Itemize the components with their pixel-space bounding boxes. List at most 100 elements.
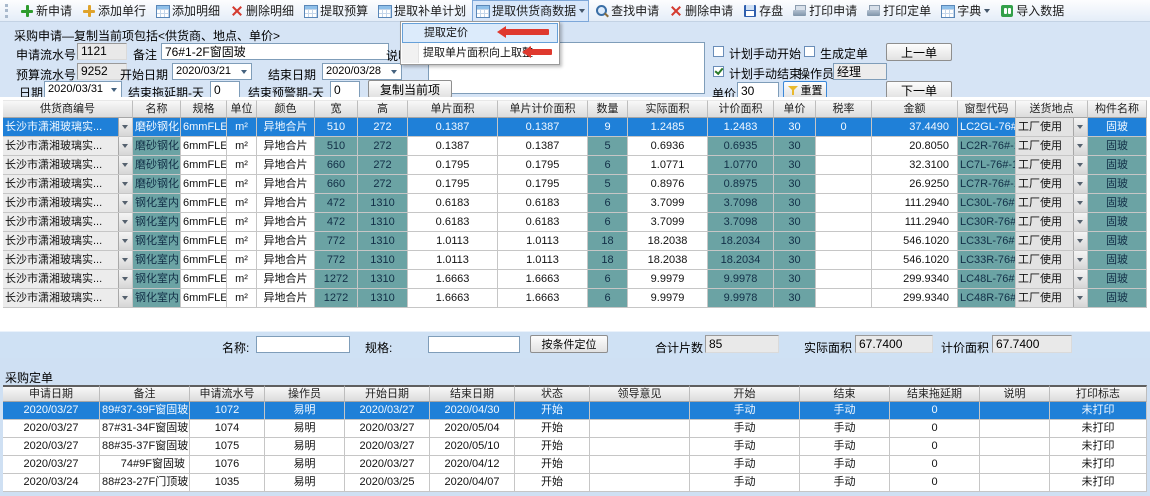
- table-cell[interactable]: 0.6935: [708, 137, 774, 156]
- end-warning-input[interactable]: [330, 81, 360, 98]
- table-cell[interactable]: 30: [774, 156, 816, 175]
- table-cell[interactable]: LC2GL-76#...: [958, 118, 1016, 137]
- table-cell[interactable]: 0.6936: [628, 137, 708, 156]
- remark-input[interactable]: [161, 43, 389, 60]
- table-row[interactable]: 长沙市潇湘玻璃实...磨砂钢化...6mmFLE...m²异地合片6602720…: [3, 156, 1147, 175]
- table-cell[interactable]: 3.7099: [628, 213, 708, 232]
- table-cell[interactable]: 299.9340: [872, 270, 958, 289]
- table-cell[interactable]: 工厂使用: [1016, 289, 1088, 308]
- table-cell[interactable]: 手动: [690, 456, 800, 474]
- table-cell[interactable]: 钢化室内...: [133, 289, 181, 308]
- manual-end-checkbox[interactable]: [713, 66, 724, 77]
- table-cell[interactable]: [980, 402, 1050, 420]
- column-header[interactable]: 金额: [872, 100, 958, 118]
- table-cell[interactable]: m²: [227, 137, 257, 156]
- table-cell[interactable]: 6: [588, 213, 628, 232]
- table-cell[interactable]: [816, 175, 872, 194]
- table-cell[interactable]: 30: [774, 270, 816, 289]
- table-cell[interactable]: 88#23-27F门顶玻: [100, 474, 190, 492]
- table-cell[interactable]: 0.1795: [408, 156, 498, 175]
- table-cell[interactable]: 6mmFLE...: [181, 156, 227, 175]
- table-cell[interactable]: 87#31-34F窗固玻: [100, 420, 190, 438]
- table-cell[interactable]: 手动: [690, 474, 800, 492]
- add-detail-button[interactable]: 添加明细: [152, 0, 224, 22]
- table-cell[interactable]: 0.1387: [498, 137, 588, 156]
- chevron-down-icon[interactable]: [118, 194, 132, 212]
- table-row[interactable]: 2020/03/2774#9F窗固玻1076易明2020/03/272020/0…: [3, 456, 1147, 474]
- table-cell[interactable]: 6mmFLE...: [181, 137, 227, 156]
- table-cell[interactable]: 1310: [358, 213, 408, 232]
- table-cell[interactable]: 磨砂钢化...: [133, 118, 181, 137]
- column-header[interactable]: 结束日期: [430, 385, 515, 402]
- table-cell[interactable]: 固玻: [1088, 270, 1147, 289]
- table-cell[interactable]: 开始: [515, 474, 590, 492]
- column-header[interactable]: 申请日期: [3, 385, 100, 402]
- table-cell[interactable]: 未打印: [1050, 438, 1147, 456]
- operator-input[interactable]: [833, 63, 887, 80]
- table-cell[interactable]: 2020/03/27: [3, 402, 100, 420]
- table-row[interactable]: 长沙市潇湘玻璃实...钢化室内...6mmFLE...m²异地合片7721310…: [3, 251, 1147, 270]
- table-cell[interactable]: [816, 137, 872, 156]
- table-cell[interactable]: 异地合片: [257, 118, 315, 137]
- table-cell[interactable]: m²: [227, 213, 257, 232]
- column-header[interactable]: 说明: [980, 385, 1050, 402]
- table-cell[interactable]: 开始: [515, 420, 590, 438]
- table-cell[interactable]: 1272: [315, 270, 358, 289]
- table-cell[interactable]: 9.9979: [628, 270, 708, 289]
- table-cell[interactable]: LC30L-76#...: [958, 194, 1016, 213]
- end-date-combo[interactable]: 2020/03/28: [322, 63, 402, 80]
- column-header[interactable]: 开始: [690, 385, 800, 402]
- chevron-down-icon[interactable]: [118, 270, 132, 288]
- table-cell[interactable]: 18.2034: [708, 251, 774, 270]
- table-cell[interactable]: [590, 420, 690, 438]
- chevron-down-icon[interactable]: [118, 213, 132, 231]
- table-cell[interactable]: 6mmFLE...: [181, 194, 227, 213]
- column-header[interactable]: 规格: [181, 100, 227, 118]
- chevron-down-icon[interactable]: [118, 232, 132, 250]
- column-header[interactable]: 操作员: [265, 385, 345, 402]
- column-header[interactable]: 数量: [588, 100, 628, 118]
- table-cell[interactable]: 2020/03/27: [345, 402, 430, 420]
- table-cell[interactable]: 6mmFLE...: [181, 232, 227, 251]
- filter-name-input[interactable]: [256, 336, 350, 353]
- table-cell[interactable]: 磨砂钢化...: [133, 156, 181, 175]
- column-header[interactable]: 领导意见: [590, 385, 690, 402]
- table-cell[interactable]: 2020/04/30: [430, 402, 515, 420]
- table-cell[interactable]: 1.0113: [408, 251, 498, 270]
- column-header[interactable]: 窗型代码: [958, 100, 1016, 118]
- table-cell[interactable]: 工厂使用: [1016, 270, 1088, 289]
- table-cell[interactable]: 74#9F窗固玻: [100, 456, 190, 474]
- table-cell[interactable]: 30: [774, 194, 816, 213]
- table-cell[interactable]: 546.1020: [872, 251, 958, 270]
- table-cell[interactable]: 30: [774, 289, 816, 308]
- table-cell[interactable]: m²: [227, 289, 257, 308]
- table-cell[interactable]: 未打印: [1050, 456, 1147, 474]
- table-row[interactable]: 长沙市潇湘玻璃实...钢化室内...6mmFLE...m²异地合片1272131…: [3, 270, 1147, 289]
- table-cell[interactable]: 1.2485: [628, 118, 708, 137]
- table-cell[interactable]: 6mmFLE...: [181, 175, 227, 194]
- table-cell[interactable]: 易明: [265, 474, 345, 492]
- table-cell[interactable]: 0.1387: [408, 118, 498, 137]
- table-cell[interactable]: 1310: [358, 289, 408, 308]
- table-row[interactable]: 长沙市潇湘玻璃实...钢化室内...6mmFLE...m²异地合片7721310…: [3, 232, 1147, 251]
- table-cell[interactable]: 6mmFLE...: [181, 289, 227, 308]
- table-cell[interactable]: 2020/03/27: [345, 456, 430, 474]
- table-cell[interactable]: 0: [890, 474, 980, 492]
- column-header[interactable]: 供货商编号: [3, 100, 133, 118]
- table-cell[interactable]: 2020/03/27: [345, 420, 430, 438]
- start-date-combo[interactable]: 2020/03/21: [172, 63, 252, 80]
- chevron-down-icon[interactable]: [118, 137, 132, 155]
- table-cell[interactable]: 异地合片: [257, 232, 315, 251]
- column-header[interactable]: 打印标志: [1050, 385, 1147, 402]
- table-cell[interactable]: LC30R-76#...: [958, 213, 1016, 232]
- table-cell[interactable]: 固玻: [1088, 232, 1147, 251]
- table-cell[interactable]: 固玻: [1088, 194, 1147, 213]
- table-cell[interactable]: 2020/03/27: [3, 456, 100, 474]
- table-cell[interactable]: 111.2940: [872, 213, 958, 232]
- table-cell[interactable]: m²: [227, 270, 257, 289]
- table-cell[interactable]: 1272: [315, 289, 358, 308]
- table-cell[interactable]: 0.8975: [708, 175, 774, 194]
- table-cell[interactable]: 工厂使用: [1016, 156, 1088, 175]
- table-row[interactable]: 长沙市潇湘玻璃实...钢化室内...6mmFLE...m²异地合片4721310…: [3, 213, 1147, 232]
- table-cell[interactable]: 546.1020: [872, 232, 958, 251]
